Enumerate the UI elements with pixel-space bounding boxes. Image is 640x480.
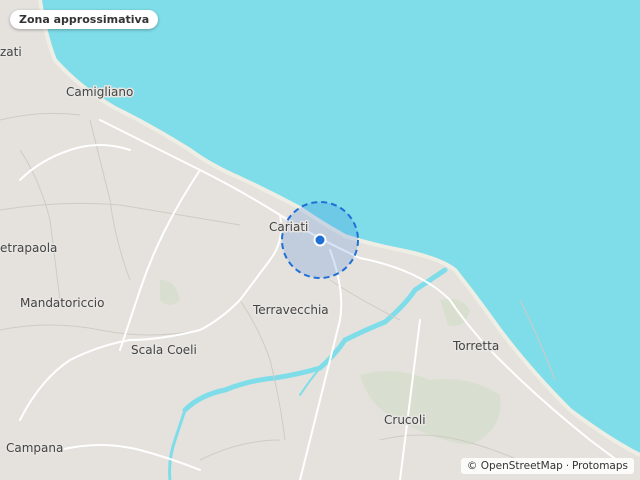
place-label-etrapaola: etrapaola: [0, 241, 57, 255]
copyright-symbol: ©: [466, 460, 478, 472]
place-label-crucoli: Crucoli: [384, 413, 426, 427]
approximate-zone-badge: Zona approssimativa: [10, 10, 159, 29]
place-label-torretta: Torretta: [452, 339, 499, 353]
place-label-campana: Campana: [6, 441, 63, 455]
place-label-mandatoriccio: Mandatoriccio: [20, 296, 104, 310]
place-label-camigliano: Camigliano: [66, 85, 133, 99]
location-dot[interactable]: [313, 233, 327, 247]
attribution-separator: ·: [565, 461, 569, 472]
place-label-terravecchia: Terravecchia: [252, 303, 329, 317]
openstreetmap-link[interactable]: OpenStreetMap: [481, 460, 563, 472]
place-label-zati: zati: [0, 45, 22, 59]
map-attribution: © OpenStreetMap · Protomaps: [460, 458, 634, 474]
place-label-scala-coeli: Scala Coeli: [131, 343, 197, 357]
approximate-location-marker[interactable]: [281, 201, 359, 279]
place-label-cariati: Cariati: [269, 220, 308, 234]
protomaps-link[interactable]: Protomaps: [572, 460, 628, 472]
map-canvas[interactable]: zati Camigliano Cariati etrapaola Mandat…: [0, 0, 640, 480]
